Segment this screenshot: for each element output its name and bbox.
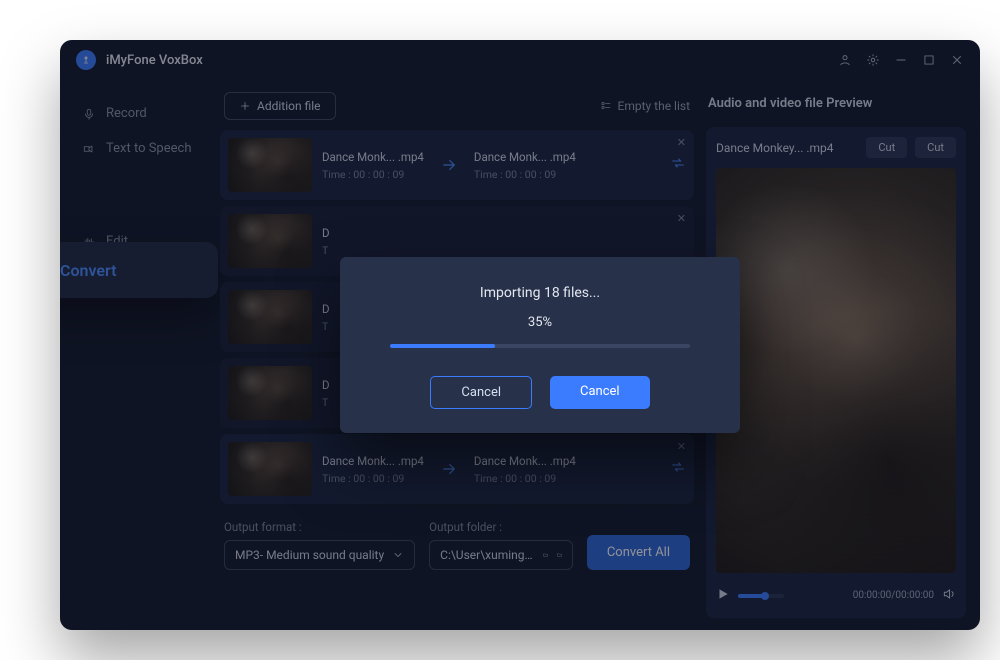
import-progress-modal: Importing 18 files... 35% Cancel Cancel <box>340 257 740 433</box>
button-label: Cancel <box>461 385 501 400</box>
modal-title: Importing 18 files... <box>480 285 600 301</box>
cancel-button[interactable]: Cancel <box>550 376 650 409</box>
progress-bar <box>390 344 690 348</box>
app-window: iMyFone VoxBox Record Text to Speech Con… <box>60 40 980 630</box>
cancel-button[interactable]: Cancel <box>430 376 532 409</box>
modal-percent: 35% <box>528 315 552 330</box>
progress-fill <box>390 344 495 348</box>
modal-overlay: Importing 18 files... 35% Cancel Cancel <box>60 40 980 630</box>
button-label: Cancel <box>580 384 620 399</box>
